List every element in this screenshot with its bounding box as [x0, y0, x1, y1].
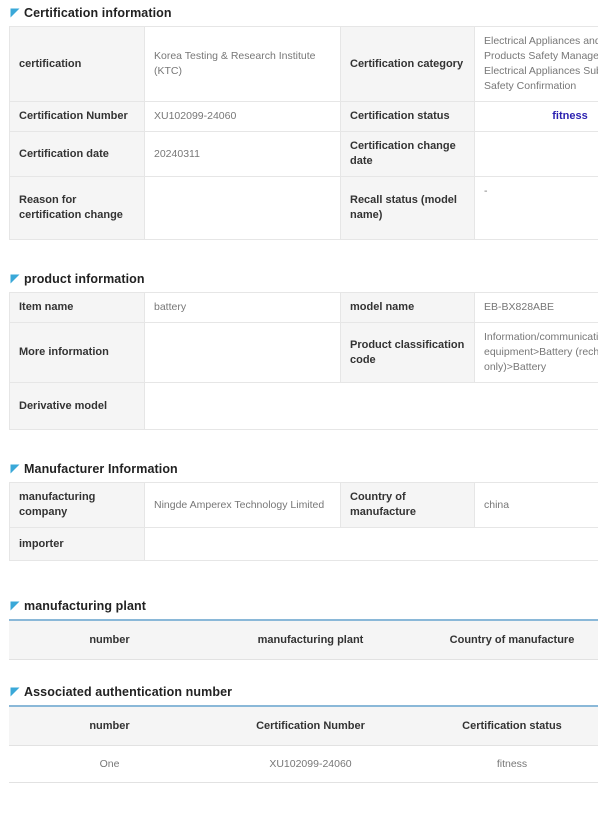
row-value-certification: Korea Testing & Research Institute (KTC) — [145, 27, 341, 102]
column-header-certification-number: Certification Number — [210, 706, 411, 746]
table-row[interactable]: One XU102099-24060 fitness — [9, 746, 598, 783]
section-spacer — [9, 561, 589, 597]
section-spacer — [9, 240, 589, 270]
associated-authentication-table: number Certification Number Certificatio… — [9, 705, 598, 783]
row-value-more-information — [145, 323, 341, 383]
manufacturing-plant-list-wrap: number manufacturing plant Country of ma… — [9, 619, 589, 660]
row-value-importer — [145, 528, 598, 561]
row-label-certification: certification — [10, 27, 145, 102]
table-row: importer — [10, 528, 598, 561]
row-label-model-name: model name — [341, 293, 475, 323]
row-label-certification-number: Certification Number — [10, 102, 145, 132]
table-header-row: number Certification Number Certificatio… — [9, 706, 598, 746]
row-value-country-of-manufacture: china — [475, 483, 598, 528]
column-header-country-of-manufacture: Country of manufacture — [411, 620, 598, 660]
flag-icon — [10, 8, 20, 18]
status-badge: fitness — [484, 109, 598, 124]
row-label-certification-status: Certification status — [341, 102, 475, 132]
row-label-importer: importer — [10, 528, 145, 561]
associated-authentication-list-wrap: number Certification Number Certificatio… — [9, 705, 589, 783]
row-label-certification-date: Certification date — [10, 132, 145, 177]
section-header-manufacturing-plant: manufacturing plant — [10, 597, 589, 615]
row-value-derivative-model — [145, 383, 598, 430]
table-row: Derivative model — [10, 383, 598, 430]
section-header-product-information: product information — [10, 270, 589, 288]
table-row: manufacturing company Ningde Amperex Tec… — [10, 483, 598, 528]
section-title: Certification information — [24, 6, 172, 20]
row-value-item-name: battery — [145, 293, 341, 323]
flag-icon — [10, 274, 20, 284]
column-header-certification-status: Certification status — [411, 706, 598, 746]
row-label-derivative-model: Derivative model — [10, 383, 145, 430]
table-row: Certification Number XU102099-24060 Cert… — [10, 102, 598, 132]
row-label-reason-for-change: Reason for certification change — [10, 177, 145, 240]
row-label-certification-change-date: Certification change date — [341, 132, 475, 177]
flag-icon — [10, 687, 20, 697]
row-value-certification-number: XU102099-24060 — [145, 102, 341, 132]
section-header-certification-information: Certification information — [10, 4, 589, 22]
row-label-item-name: Item name — [10, 293, 145, 323]
section-title: Manufacturer Information — [24, 462, 178, 476]
table-row: Reason for certification change Recall s… — [10, 177, 598, 240]
row-value-product-classification-code: Information/communication/office equipme… — [475, 323, 598, 383]
table-row: More information Product classification … — [10, 323, 598, 383]
row-label-country-of-manufacture: Country of manufacture — [341, 483, 475, 528]
row-value-recall-status: - — [475, 177, 598, 240]
row-label-certification-category: Certification category — [341, 27, 475, 102]
section-title: product information — [24, 272, 145, 286]
cell-certification-status: fitness — [411, 746, 598, 783]
section-header-associated-authentication-number: Associated authentication number — [10, 683, 589, 701]
section-title: Associated authentication number — [24, 685, 232, 699]
cell-number: One — [9, 746, 210, 783]
cell-certification-number: XU102099-24060 — [210, 746, 411, 783]
column-header-number: number — [9, 620, 210, 660]
column-header-manufacturing-plant: manufacturing plant — [210, 620, 411, 660]
row-label-product-classification-code: Product classification code — [341, 323, 475, 383]
table-row: certification Korea Testing & Research I… — [10, 27, 598, 102]
row-value-certification-category: Electrical Appliances and Household Prod… — [475, 27, 598, 102]
row-value-certification-change-date — [475, 132, 598, 177]
row-value-certification-status: fitness — [475, 102, 598, 132]
section-title: manufacturing plant — [24, 599, 146, 613]
table-row: Item name battery model name EB-BX828ABE — [10, 293, 598, 323]
flag-icon — [10, 601, 20, 611]
row-value-model-name: EB-BX828ABE — [475, 293, 598, 323]
row-label-recall-status: Recall status (model name) — [341, 177, 475, 240]
row-value-manufacturing-company: Ningde Amperex Technology Limited — [145, 483, 341, 528]
row-value-certification-date: 20240311 — [145, 132, 341, 177]
row-value-reason-for-change — [145, 177, 341, 240]
certification-information-table: certification Korea Testing & Research I… — [9, 26, 598, 240]
row-label-more-information: More information — [10, 323, 145, 383]
section-spacer — [9, 660, 589, 683]
certification-detail-page: Certification information certification … — [0, 4, 598, 783]
manufacturing-plant-table: number manufacturing plant Country of ma… — [9, 619, 598, 660]
column-header-number: number — [9, 706, 210, 746]
section-spacer — [9, 430, 589, 460]
row-label-manufacturing-company: manufacturing company — [10, 483, 145, 528]
table-header-row: number manufacturing plant Country of ma… — [9, 620, 598, 660]
product-information-table: Item name battery model name EB-BX828ABE… — [9, 292, 598, 430]
flag-icon — [10, 464, 20, 474]
manufacturer-information-table: manufacturing company Ningde Amperex Tec… — [9, 482, 598, 561]
table-row: Certification date 20240311 Certificatio… — [10, 132, 598, 177]
section-header-manufacturer-information: Manufacturer Information — [10, 460, 589, 478]
